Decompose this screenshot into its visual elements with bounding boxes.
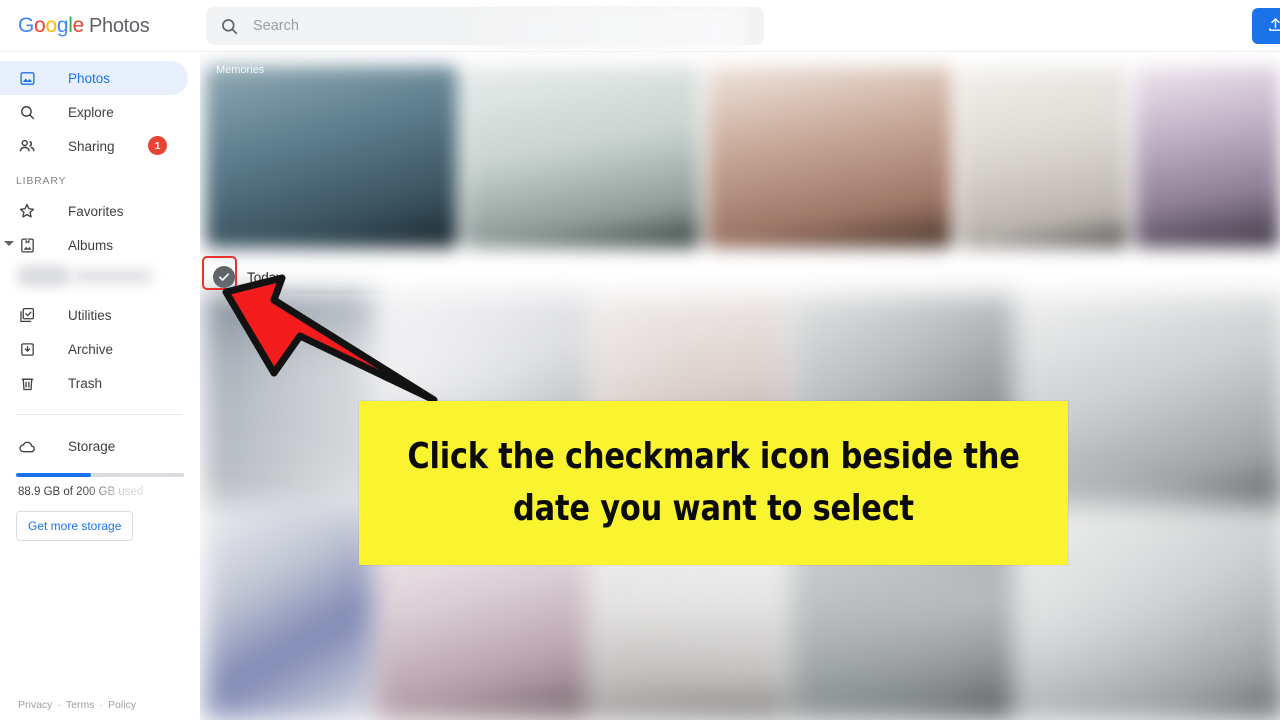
app-header: Google Photos: [0, 0, 1280, 52]
date-group-label: Today: [247, 269, 284, 285]
sidebar-item-label: Archive: [68, 341, 114, 357]
instruction-callout: Click the checkmark icon beside the date…: [359, 401, 1068, 565]
select-date-group-button[interactable]: [205, 259, 243, 295]
sidebar-item-sharing[interactable]: Sharing 1: [0, 129, 188, 163]
sidebar-item-archive[interactable]: Archive: [0, 332, 188, 366]
upload-icon: [1267, 16, 1280, 36]
sidebar-item-label: Trash: [68, 375, 103, 391]
photo-grain-overlay: [205, 294, 373, 506]
date-group-header: Today: [205, 260, 283, 294]
footer-links: Privacy · Terms · Policy: [18, 699, 136, 711]
instruction-text: Click the checkmark icon beside the date…: [407, 435, 1020, 529]
policy-link[interactable]: Policy: [108, 699, 136, 711]
photo-grain-overlay: [205, 509, 373, 720]
sidebar-item-label: Sharing: [68, 138, 115, 154]
memories-label: Memories: [216, 64, 265, 76]
sidebar-item-label: Explore: [68, 104, 114, 120]
search-bar[interactable]: [206, 7, 764, 51]
album-icon: [16, 237, 38, 254]
sidebar-item-label: Utilities: [68, 307, 112, 323]
sidebar-item-photos[interactable]: Photos: [0, 61, 188, 95]
sidebar-item-label: Albums: [68, 237, 114, 253]
sidebar: Photos Explore Sharing 1 LIBRARY Favorit…: [0, 52, 200, 720]
storage-usage-text: 88.9 GB of 200 GB used: [18, 482, 200, 504]
search-icon: [220, 17, 239, 36]
upload-button[interactable]: [1252, 8, 1280, 44]
redacted-album-item[interactable]: [0, 262, 200, 298]
memory-thumbnail[interactable]: [707, 66, 953, 248]
cloud-icon: [16, 437, 38, 456]
main-content: Memories Today: [200, 52, 1280, 720]
product-name: Photos: [88, 15, 150, 37]
google-photos-app: Google Photos Search Photos Explore Shar…: [0, 0, 1280, 720]
storage-progress-bar: [16, 473, 184, 477]
sharing-badge: 1: [148, 136, 167, 155]
people-icon: [16, 137, 38, 155]
memories-strip[interactable]: [205, 66, 1280, 248]
memory-thumbnail[interactable]: [1134, 66, 1280, 248]
photo-thumbnail[interactable]: [205, 509, 373, 720]
sidebar-item-trash[interactable]: Trash: [0, 366, 188, 400]
get-more-storage-button[interactable]: Get more storage: [16, 511, 134, 541]
storage-progress-fill: [16, 473, 91, 477]
sidebar-item-favorites[interactable]: Favorites: [0, 194, 188, 228]
sidebar-item-explore[interactable]: Explore: [0, 95, 188, 129]
terms-link[interactable]: Terms: [66, 699, 95, 711]
sidebar-item-label: Photos: [68, 70, 111, 86]
photo-thumbnail[interactable]: [205, 294, 373, 506]
archive-icon: [16, 341, 38, 358]
redacted-thumbnail: [18, 266, 70, 286]
google-wordmark: Google: [18, 14, 84, 37]
photo-icon: [16, 70, 38, 87]
memory-thumbnail[interactable]: [205, 66, 458, 248]
privacy-link[interactable]: Privacy: [18, 699, 52, 711]
sidebar-divider: [16, 414, 182, 415]
sidebar-item-storage[interactable]: Storage: [0, 429, 188, 463]
sidebar-item-utilities[interactable]: Utilities: [0, 298, 188, 332]
search-input[interactable]: [253, 8, 723, 44]
separator: ·: [99, 699, 104, 711]
sidebar-item-albums[interactable]: Albums: [0, 228, 188, 262]
brand-logo: Google Photos: [18, 14, 150, 38]
separator: ·: [57, 699, 61, 711]
star-icon: [16, 202, 38, 220]
sidebar-item-label: Storage: [68, 438, 116, 454]
checkmark-circle-icon[interactable]: [213, 266, 235, 288]
utilities-icon: [16, 306, 38, 324]
storage-text-blur-overlay: [80, 482, 172, 504]
search-icon: [16, 104, 38, 121]
trash-icon: [16, 375, 38, 392]
memory-thumbnail[interactable]: [464, 66, 701, 248]
sidebar-item-label: Favorites: [68, 203, 124, 219]
storage-section: Storage 88.9 GB of 200 GB used Get more …: [0, 429, 200, 541]
memory-thumbnail[interactable]: [959, 66, 1128, 248]
library-section-label: LIBRARY: [16, 175, 67, 187]
chevron-down-icon[interactable]: [4, 241, 14, 246]
redacted-label: [74, 270, 152, 283]
